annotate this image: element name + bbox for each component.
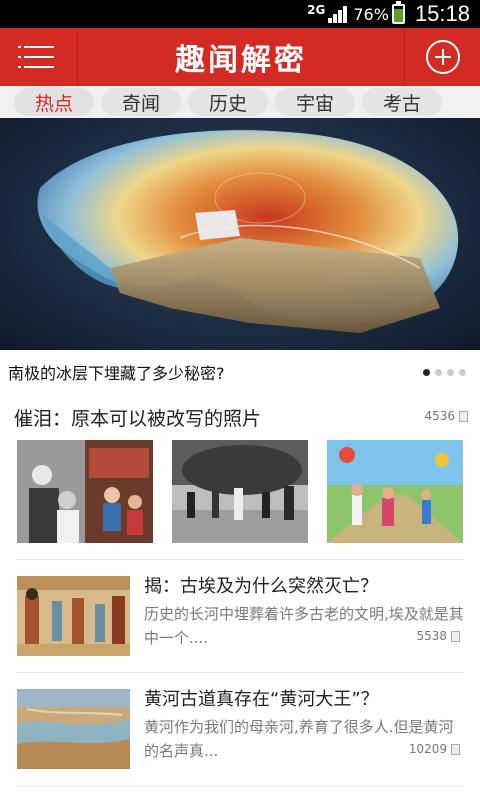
add-button[interactable]	[404, 28, 480, 86]
read-count-text: 5538	[416, 629, 447, 643]
read-count-text: 4536	[424, 409, 455, 423]
antarctica-ice-illustration	[37, 130, 459, 333]
article-read-count: 10209	[409, 742, 460, 756]
document-icon	[451, 630, 460, 642]
read-count-text: 10209	[408, 742, 447, 756]
article-title: 黄河古道真存在“黄河大王”？	[144, 689, 379, 710]
carousel-indicator	[418, 368, 466, 376]
gallery-photo-2[interactable]	[172, 440, 308, 543]
carousel-dot-active	[423, 368, 430, 376]
status-bar: 2G 76% 15:18	[0, 0, 480, 28]
tab-oddities[interactable]: 奇闻	[101, 88, 181, 116]
gallery-read-count: 4536	[424, 409, 468, 423]
article-title: 揭：古埃及为什么突然灭亡？	[144, 576, 378, 597]
article-thumbnail	[17, 689, 130, 769]
gallery-title: 催泪：原本可以被改写的照片	[14, 408, 262, 430]
yellow-river-image	[17, 689, 130, 769]
hero-banner-image[interactable]	[0, 118, 480, 350]
battery-percent: 76%	[353, 4, 389, 24]
gallery-photo-image	[327, 440, 463, 543]
plus-circle-icon	[425, 40, 460, 74]
document-icon	[451, 743, 460, 755]
divider	[16, 786, 464, 787]
news-feed: 催泪：原本可以被改写的照片 4536 揭：古埃及为什么突然灭亡？ 历史的长河中埋…	[0, 394, 480, 800]
carousel-dot	[447, 368, 454, 376]
gallery-card[interactable]: 催泪：原本可以被改写的照片 4536	[0, 394, 480, 559]
app-header: 趣闻解密	[0, 28, 480, 86]
menu-icon	[17, 46, 54, 48]
egypt-mural-image	[17, 576, 130, 656]
gallery-photo-image	[172, 440, 308, 543]
signal-icon	[327, 5, 348, 23]
gallery-photo-image	[17, 440, 153, 543]
app-title: 趣闻解密	[175, 43, 307, 78]
gallery-photo-3[interactable]	[327, 440, 463, 543]
hero-caption-bar[interactable]: 南极的冰层下埋藏了多少秘密?	[0, 350, 480, 394]
tab-archaeology[interactable]: 考古	[362, 88, 442, 116]
category-tabs: 热点 奇闻 历史 宇宙 考古	[0, 86, 480, 118]
hero-caption: 南极的冰层下埋藏了多少秘密?	[8, 364, 225, 383]
tab-hot[interactable]: 热点	[14, 88, 94, 116]
clock: 15:18	[414, 1, 470, 26]
document-icon	[459, 410, 468, 422]
gallery-photo-1[interactable]	[17, 440, 153, 543]
battery-icon	[391, 1, 405, 24]
article-read-count: 5538	[416, 629, 460, 643]
tab-history[interactable]: 历史	[188, 88, 268, 116]
article-thumbnail	[17, 576, 130, 656]
article-item[interactable]: 黄河古道真存在“黄河大王”？ 黄河作为我们的母亲河,养育了很多人.但是黄河的名声…	[0, 673, 480, 785]
network-type: 2G	[307, 3, 326, 17]
tab-universe[interactable]: 宇宙	[275, 88, 355, 116]
carousel-dot	[435, 368, 442, 376]
carousel-dot	[459, 368, 466, 376]
menu-button[interactable]	[0, 28, 78, 86]
article-item[interactable]: 揭：古埃及为什么突然灭亡？ 历史的长河中埋葬着许多古老的文明,埃及就是其中一个.…	[0, 560, 480, 672]
